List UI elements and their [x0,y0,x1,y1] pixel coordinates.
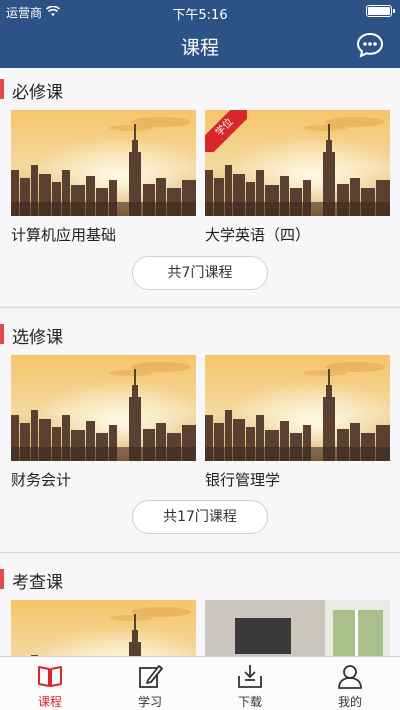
section-title: 必修课 [12,83,63,103]
course-title: 银行管理学 [205,471,281,489]
book-icon [36,662,64,690]
more-courses-button[interactable]: 共17门课程 [132,500,268,534]
section-title: 选修课 [12,328,63,348]
section-accent-bar [0,569,4,589]
battery-icon [366,5,395,17]
course-title: 计算机应用基础 [11,226,117,244]
section-title: 考查课 [12,573,63,593]
course-thumbnail [205,355,390,461]
course-title: 大学英语（四） [205,226,311,244]
status-bar: 运营商 下午5:16 [0,0,400,23]
page-title: 课程 [180,37,219,59]
degree-badge: 学位 [205,110,247,152]
section-accent-bar [0,324,4,344]
status-time: 下午5:16 [172,8,228,23]
tab-download[interactable]: 下载 [200,657,300,710]
chat-icon[interactable] [356,31,384,59]
section-assessment: 考查课 [0,558,400,656]
tab-label: 下载 [237,695,262,709]
more-courses-button[interactable]: 共7门课程 [132,256,268,290]
tab-label: 学习 [137,695,162,709]
degree-ribbon: 学位 [205,110,247,152]
section-divider [0,307,400,308]
tab-study[interactable]: 学习 [100,657,200,710]
download-icon [236,662,264,690]
section-required: 必修课 计算机应用基础 学位 大学英语（四） 共7门课程 [0,68,400,306]
tab-courses[interactable]: 课程 [0,657,100,710]
course-thumbnail [11,110,196,216]
tab-profile[interactable]: 我的 [300,657,400,710]
course-thumbnail [11,600,196,656]
person-icon [336,662,364,690]
nav-bar: 课程 [0,22,400,68]
course-thumbnail [11,355,196,461]
course-thumbnail [205,600,390,656]
course-title: 财务会计 [11,471,72,489]
course-list[interactable]: 必修课 计算机应用基础 学位 大学英语（四） 共7门课程 选修课 财务会计 银行… [0,68,400,656]
tab-label: 课程 [37,695,62,709]
edit-icon [136,662,164,690]
section-elective: 选修课 财务会计 银行管理学 共17门课程 [0,313,400,551]
section-accent-bar [0,79,4,99]
tab-label: 我的 [337,695,362,709]
tab-bar: 课程 学习 下载 我的 [0,656,400,710]
section-divider [0,552,400,553]
